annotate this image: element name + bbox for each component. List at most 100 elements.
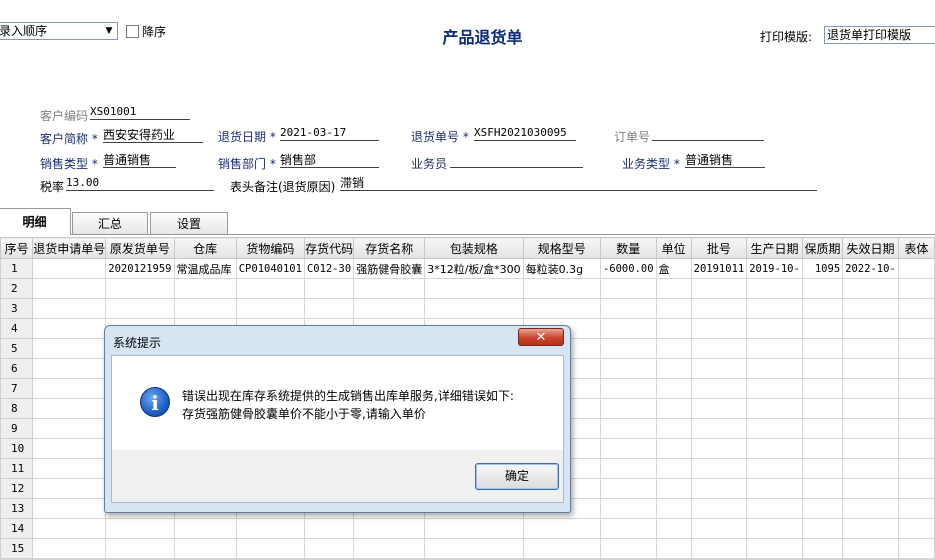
grid-cell[interactable]: [746, 478, 803, 499]
grid-cell[interactable]: [32, 298, 107, 319]
grid-cell[interactable]: [746, 498, 803, 519]
grid-cell[interactable]: [32, 318, 107, 339]
grid-cell[interactable]: [801, 458, 844, 479]
customer-short-field[interactable]: 西安安得药业: [103, 128, 203, 143]
return-no-field[interactable]: XSFH2021030095: [474, 126, 576, 141]
grid-cell[interactable]: [897, 518, 935, 539]
grid-cell[interactable]: [599, 478, 657, 499]
grid-cell[interactable]: [655, 458, 692, 479]
grid-cell[interactable]: [32, 478, 107, 499]
grid-cell[interactable]: [235, 278, 305, 299]
grid-cell[interactable]: [303, 518, 355, 539]
col-header[interactable]: 生产日期: [746, 237, 803, 259]
grid-cell[interactable]: [599, 458, 657, 479]
grid-cell[interactable]: [842, 498, 899, 519]
remark-field[interactable]: 滞销: [340, 176, 817, 191]
grid-cell[interactable]: [32, 258, 107, 279]
grid-cell[interactable]: 盒: [655, 258, 692, 279]
grid-cell[interactable]: [746, 278, 803, 299]
grid-cell[interactable]: [842, 438, 899, 459]
grid-cell[interactable]: [655, 418, 692, 439]
grid-cell[interactable]: [897, 338, 935, 359]
grid-cell[interactable]: [897, 278, 935, 299]
grid-cell[interactable]: [522, 518, 601, 539]
grid-cell[interactable]: [32, 518, 107, 539]
grid-cell[interactable]: [690, 318, 748, 339]
grid-cell[interactable]: [353, 518, 426, 539]
sales-type-field[interactable]: 普通销售: [103, 153, 176, 168]
grid-cell[interactable]: [842, 418, 899, 439]
grid-cell[interactable]: [690, 278, 748, 299]
grid-cell[interactable]: [32, 378, 107, 399]
col-header[interactable]: 货物编码: [235, 237, 305, 259]
grid-cell[interactable]: [105, 298, 175, 319]
grid-cell[interactable]: [897, 498, 935, 519]
grid-cell[interactable]: [353, 278, 426, 299]
grid-cell[interactable]: [842, 458, 899, 479]
col-header[interactable]: 保质期: [801, 237, 844, 259]
table-row[interactable]: 14: [0, 518, 935, 539]
grid-cell[interactable]: [746, 418, 803, 439]
grid-cell[interactable]: [801, 518, 844, 539]
close-icon[interactable]: ✕: [518, 328, 564, 346]
grid-cell[interactable]: [690, 478, 748, 499]
tax-rate-field[interactable]: 13.00: [66, 176, 214, 191]
grid-cell[interactable]: [599, 378, 657, 399]
table-row[interactable]: 2: [0, 278, 935, 299]
grid-cell[interactable]: [32, 338, 107, 359]
grid-cell[interactable]: [690, 298, 748, 319]
grid-cell[interactable]: [522, 298, 601, 319]
grid-cell[interactable]: 1095: [801, 258, 844, 279]
grid-cell[interactable]: [424, 518, 524, 539]
grid-cell[interactable]: 3*12粒/板/盒*300: [424, 258, 524, 279]
grid-cell[interactable]: [303, 298, 355, 319]
grid-cell[interactable]: [599, 318, 657, 339]
grid-cell[interactable]: [690, 438, 748, 459]
tab-summary[interactable]: 汇总: [72, 212, 148, 234]
grid-cell[interactable]: [599, 498, 657, 519]
grid-cell[interactable]: [746, 338, 803, 359]
grid-cell[interactable]: [655, 318, 692, 339]
grid-cell[interactable]: [599, 398, 657, 419]
grid-cell[interactable]: [690, 458, 748, 479]
grid-cell[interactable]: [801, 338, 844, 359]
biz-type-field[interactable]: 普通销售: [685, 153, 765, 168]
grid-cell[interactable]: [801, 478, 844, 499]
grid-cell[interactable]: 2022-10-: [842, 258, 899, 279]
grid-cell[interactable]: [235, 518, 305, 539]
grid-cell[interactable]: [424, 298, 524, 319]
col-header[interactable]: 存货名称: [353, 237, 426, 259]
grid-cell[interactable]: [842, 318, 899, 339]
col-header[interactable]: 序号: [0, 237, 34, 259]
grid-cell[interactable]: [842, 278, 899, 299]
grid-cell[interactable]: [746, 298, 803, 319]
grid-cell[interactable]: [173, 298, 237, 319]
grid-cell[interactable]: [746, 318, 803, 339]
grid-cell[interactable]: 每粒装0.3g: [522, 258, 601, 279]
grid-cell[interactable]: C012-30: [303, 258, 355, 279]
grid-cell[interactable]: [746, 518, 803, 539]
grid-cell[interactable]: [801, 418, 844, 439]
grid-cell[interactable]: [897, 258, 935, 279]
print-template-select[interactable]: 退货单打印模版: [824, 26, 935, 44]
grid-cell[interactable]: [32, 358, 107, 379]
col-header[interactable]: 包装规格: [424, 237, 524, 259]
grid-cell[interactable]: [690, 378, 748, 399]
grid-cell[interactable]: [32, 418, 107, 439]
grid-cell[interactable]: [353, 298, 426, 319]
grid-cell[interactable]: 2020121959: [105, 258, 175, 279]
col-header[interactable]: 规格型号: [522, 237, 601, 259]
grid-cell[interactable]: [746, 398, 803, 419]
grid-cell[interactable]: CP01040101: [235, 258, 305, 279]
grid-cell[interactable]: [599, 358, 657, 379]
grid-cell[interactable]: [801, 398, 844, 419]
grid-cell[interactable]: [173, 278, 237, 299]
grid-cell[interactable]: [690, 358, 748, 379]
grid-cell[interactable]: [690, 398, 748, 419]
sales-dept-field[interactable]: 销售部: [280, 153, 379, 168]
grid-cell[interactable]: [424, 278, 524, 299]
grid-cell[interactable]: -6000.00: [599, 258, 657, 279]
grid-cell[interactable]: [655, 278, 692, 299]
grid-cell[interactable]: [655, 478, 692, 499]
grid-cell[interactable]: 常温成品库: [173, 258, 237, 279]
